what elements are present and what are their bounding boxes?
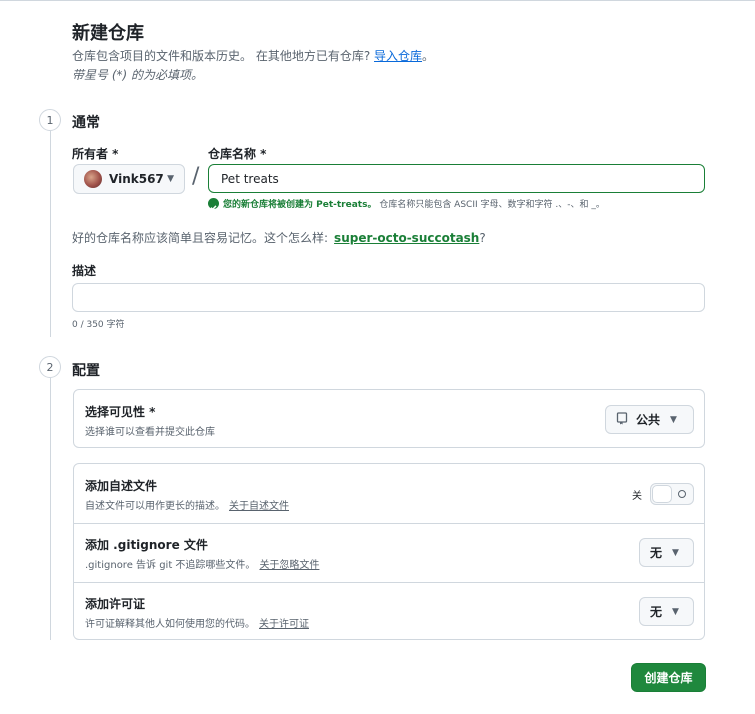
toggle-off-icon [678,490,686,498]
row-divider [74,582,704,583]
owner-label: 所有者 * [72,147,119,161]
repo-name-input[interactable] [208,164,705,193]
suggestion-text: 好的仓库名称应该简单且容易记忆。这个怎么样: [72,231,329,245]
repo-icon [616,411,628,428]
subtitle-end: 。 [422,49,435,63]
license-select[interactable]: 无 ▼ [639,597,694,626]
repo-name-validation: 您的新仓库将被创建为 Pet-treats。 仓库名称只能包含 ASCII 字母… [223,197,605,210]
gitignore-value: 无 [650,546,663,560]
create-repository-button[interactable]: 创建仓库 [631,663,706,692]
gitignore-select[interactable]: 无 ▼ [639,538,694,567]
step-number-1: 1 [39,109,61,131]
name-suggestion: 好的仓库名称应该简单且容易记忆。这个怎么样: super-octo-succota… [72,229,486,246]
chevron-down-icon: ▼ [672,606,679,617]
chevron-down-icon: ▼ [672,547,679,558]
readme-desc-text: 自述文件可以用作更长的描述。 [85,501,225,512]
chevron-down-icon: ▼ [670,414,677,425]
description-label: 描述 [72,264,97,278]
section-heading-config: 配置 [72,363,100,379]
visibility-card: 选择可见性 * 选择谁可以查看并提交此仓库 公共 ▼ [73,389,705,448]
gitignore-description: .gitignore 告诉 git 不追踪哪些文件。 关于忽略文件 [85,556,319,571]
owner-select[interactable]: Vink567 ▼ [73,164,185,194]
check-circle-icon [208,198,219,211]
readme-about-link[interactable]: 关于自述文件 [229,501,289,512]
top-border [0,0,755,1]
page-title: 新建仓库 [72,23,144,44]
validation-success-text: 您的新仓库将被创建为 Pet-treats。 [223,200,377,210]
visibility-select[interactable]: 公共 ▼ [605,405,694,434]
readme-toggle-state: 关 [632,491,642,502]
required-note: 带星号 (*) 的为必填项。 [72,68,203,82]
section-heading-general: 通常 [72,115,100,131]
license-description: 许可证解释其他人如何使用您的代码。 关于许可证 [85,615,309,630]
license-desc-text: 许可证解释其他人如何使用您的代码。 [85,619,255,630]
step-connector-1 [50,131,51,337]
gitignore-title: 添加 .gitignore 文件 [85,538,208,552]
visibility-value: 公共 [636,413,661,427]
validation-hint: 仓库名称只能包含 ASCII 字母、数字和字符 .、-、和 _。 [376,200,605,210]
gitignore-about-link[interactable]: 关于忽略文件 [259,560,319,571]
suggested-name-link[interactable]: super-octo-succotash [334,231,479,245]
row-divider [74,523,704,524]
readme-toggle[interactable] [650,483,694,505]
toggle-knob [652,485,672,503]
visibility-description: 选择谁可以查看并提交此仓库 [85,427,215,438]
avatar [84,170,102,188]
readme-title: 添加自述文件 [85,479,158,493]
options-card: 添加自述文件 自述文件可以用作更长的描述。 关于自述文件 关 添加 .gitign… [73,463,705,640]
gitignore-desc-text: .gitignore 告诉 git 不追踪哪些文件。 [85,560,256,571]
step-connector-2 [50,378,51,640]
readme-description: 自述文件可以用作更长的描述。 关于自述文件 [85,497,289,512]
license-title: 添加许可证 [85,597,146,611]
description-char-count: 0 / 350 字符 [72,320,125,330]
owner-repo-separator: / [192,164,200,189]
step-number-2: 2 [39,356,61,378]
subtitle-text: 仓库包含项目的文件和版本历史。 在其他地方已有仓库? [72,49,371,63]
suggestion-end: ? [479,231,486,245]
description-input[interactable] [72,283,705,312]
license-value: 无 [650,605,663,619]
chevron-down-icon: ▼ [167,174,174,184]
license-about-link[interactable]: 关于许可证 [259,619,309,630]
page-subtitle: 仓库包含项目的文件和版本历史。 在其他地方已有仓库? 导入仓库。 [72,47,434,64]
repo-name-label: 仓库名称 * [208,147,267,161]
visibility-title: 选择可见性 * [85,405,156,419]
owner-name: Vink567 [109,172,164,186]
import-repo-link[interactable]: 导入仓库 [374,49,422,63]
